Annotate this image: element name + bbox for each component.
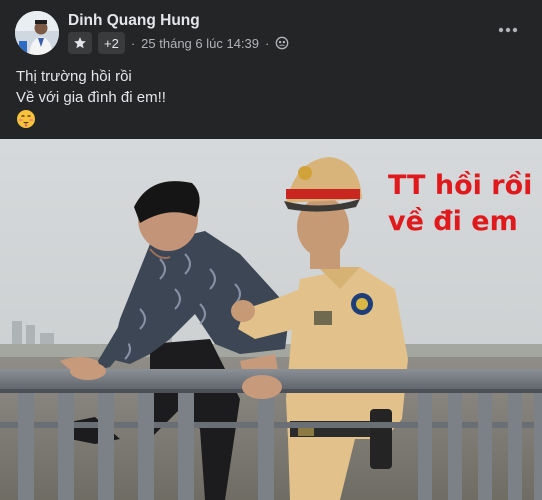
photo-caption-overlay: TT hồi rồi về đi em <box>388 168 532 240</box>
star-badge[interactable] <box>68 32 92 54</box>
face-with-hand-over-mouth-emoji <box>17 110 35 128</box>
star-icon <box>74 37 86 49</box>
post-meta: +2 · 25 tháng 6 lúc 14:39 · <box>68 32 289 54</box>
more-options-icon <box>498 27 518 33</box>
author-avatar[interactable] <box>15 11 59 55</box>
post-text-line-1: Thị trường hồi rồi <box>16 68 132 85</box>
facebook-post: Dinh Quang Hung +2 · 25 tháng 6 lúc 14:3… <box>0 0 542 500</box>
photo-caption-line-2: về đi em <box>388 206 518 237</box>
more-badges-count[interactable]: +2 <box>98 32 125 54</box>
post-text: Thị trường hồi rồi Về với gia đình đi em… <box>16 66 166 131</box>
meta-separator: · <box>130 35 136 51</box>
friends-audience-icon[interactable] <box>275 36 289 50</box>
post-emoji-line <box>16 109 166 131</box>
post-timestamp[interactable]: 25 tháng 6 lúc 14:39 <box>141 36 259 51</box>
meta-separator-2: · <box>265 35 270 51</box>
post-text-line-2: Về với gia đình đi em!! <box>16 89 166 106</box>
author-name[interactable]: Dinh Quang Hung <box>68 12 200 30</box>
photo-caption-line-1: TT hồi rồi <box>388 170 533 201</box>
more-options-button[interactable] <box>494 20 522 40</box>
